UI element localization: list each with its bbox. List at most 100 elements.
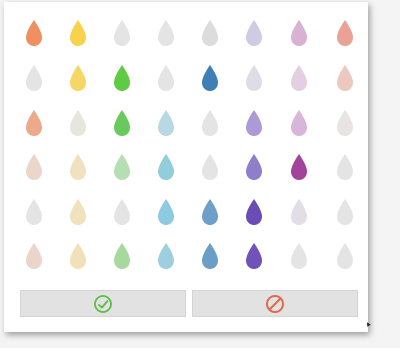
drop-yellow-4[interactable]	[68, 153, 88, 181]
droplet-icon	[158, 154, 174, 180]
droplet-icon	[114, 243, 130, 269]
mouse-cursor-icon	[365, 321, 371, 327]
droplet-icon	[291, 65, 307, 91]
drop-salmon-4[interactable]	[335, 153, 355, 181]
gauge-check-icon	[93, 294, 113, 314]
confirm-button[interactable]	[20, 290, 186, 317]
drop-purple-1[interactable]	[244, 19, 264, 47]
drop-green-2[interactable]	[112, 64, 132, 92]
droplet-icon	[246, 154, 262, 180]
droplet-icon	[246, 65, 262, 91]
drop-purple-6[interactable]	[244, 242, 264, 270]
droplet-icon	[202, 154, 218, 180]
drop-orange-4[interactable]	[24, 153, 44, 181]
no-entry-icon	[265, 294, 285, 314]
droplet-icon	[26, 65, 42, 91]
droplet-icon	[70, 110, 86, 136]
drop-salmon-5[interactable]	[335, 198, 355, 226]
droplet-icon	[158, 243, 174, 269]
drop-blue-6[interactable]	[200, 242, 220, 270]
drop-orange-6[interactable]	[24, 242, 44, 270]
droplet-icon	[246, 20, 262, 46]
drop-magenta-2[interactable]	[289, 64, 309, 92]
drop-salmon-3[interactable]	[335, 109, 355, 137]
droplet-icon	[291, 199, 307, 225]
droplet-icon	[202, 199, 218, 225]
droplet-icon	[337, 243, 353, 269]
drop-blue-2[interactable]	[200, 64, 220, 92]
drop-orange-5[interactable]	[24, 198, 44, 226]
drop-orange-3[interactable]	[24, 109, 44, 137]
drop-purple-5[interactable]	[244, 198, 264, 226]
droplet-icon	[291, 110, 307, 136]
drop-green-5[interactable]	[112, 198, 132, 226]
drop-blue-5[interactable]	[200, 198, 220, 226]
drop-cyan-4[interactable]	[156, 153, 176, 181]
drop-yellow-3[interactable]	[68, 109, 88, 137]
droplet-icon	[70, 199, 86, 225]
drop-green-6[interactable]	[112, 242, 132, 270]
droplet-icon	[246, 243, 262, 269]
color-drop-grid	[4, 2, 368, 282]
droplet-icon	[202, 20, 218, 46]
drop-salmon-6[interactable]	[335, 242, 355, 270]
droplet-icon	[70, 243, 86, 269]
drop-magenta-1[interactable]	[289, 19, 309, 47]
drop-yellow-1[interactable]	[68, 19, 88, 47]
drop-salmon-1[interactable]	[335, 19, 355, 47]
droplet-icon	[291, 20, 307, 46]
drop-magenta-6[interactable]	[289, 242, 309, 270]
cancel-button[interactable]	[192, 290, 358, 317]
drop-magenta-4[interactable]	[289, 153, 309, 181]
droplet-icon	[291, 154, 307, 180]
droplet-icon	[337, 199, 353, 225]
droplet-icon	[70, 65, 86, 91]
droplet-icon	[337, 65, 353, 91]
drop-green-4[interactable]	[112, 153, 132, 181]
drop-magenta-3[interactable]	[289, 109, 309, 137]
droplet-icon	[26, 243, 42, 269]
droplet-icon	[202, 243, 218, 269]
droplet-icon	[26, 110, 42, 136]
droplet-icon	[337, 20, 353, 46]
drop-cyan-1[interactable]	[156, 19, 176, 47]
droplet-icon	[202, 65, 218, 91]
droplet-icon	[337, 154, 353, 180]
droplet-icon	[158, 20, 174, 46]
droplet-icon	[246, 199, 262, 225]
droplet-icon	[158, 199, 174, 225]
drop-cyan-2[interactable]	[156, 64, 176, 92]
droplet-icon	[114, 20, 130, 46]
drop-cyan-6[interactable]	[156, 242, 176, 270]
droplet-icon	[26, 199, 42, 225]
droplet-icon	[114, 199, 130, 225]
droplet-icon	[114, 154, 130, 180]
drop-green-3[interactable]	[112, 109, 132, 137]
drop-yellow-2[interactable]	[68, 64, 88, 92]
droplet-icon	[291, 243, 307, 269]
drop-blue-4[interactable]	[200, 153, 220, 181]
drop-cyan-3[interactable]	[156, 109, 176, 137]
drop-magenta-5[interactable]	[289, 198, 309, 226]
drop-purple-2[interactable]	[244, 64, 264, 92]
drop-orange-2[interactable]	[24, 64, 44, 92]
droplet-icon	[246, 110, 262, 136]
droplet-icon	[158, 65, 174, 91]
drop-yellow-6[interactable]	[68, 242, 88, 270]
droplet-icon	[158, 110, 174, 136]
droplet-icon	[114, 110, 130, 136]
drop-blue-3[interactable]	[200, 109, 220, 137]
drop-yellow-5[interactable]	[68, 198, 88, 226]
drop-cyan-5[interactable]	[156, 198, 176, 226]
drop-orange-1[interactable]	[24, 19, 44, 47]
droplet-icon	[26, 154, 42, 180]
droplet-icon	[70, 154, 86, 180]
drop-purple-4[interactable]	[244, 153, 264, 181]
drop-green-1[interactable]	[112, 19, 132, 47]
drop-purple-3[interactable]	[244, 109, 264, 137]
drop-salmon-2[interactable]	[335, 64, 355, 92]
droplet-icon	[70, 20, 86, 46]
droplet-icon	[202, 110, 218, 136]
drop-blue-1[interactable]	[200, 19, 220, 47]
droplet-icon	[114, 65, 130, 91]
